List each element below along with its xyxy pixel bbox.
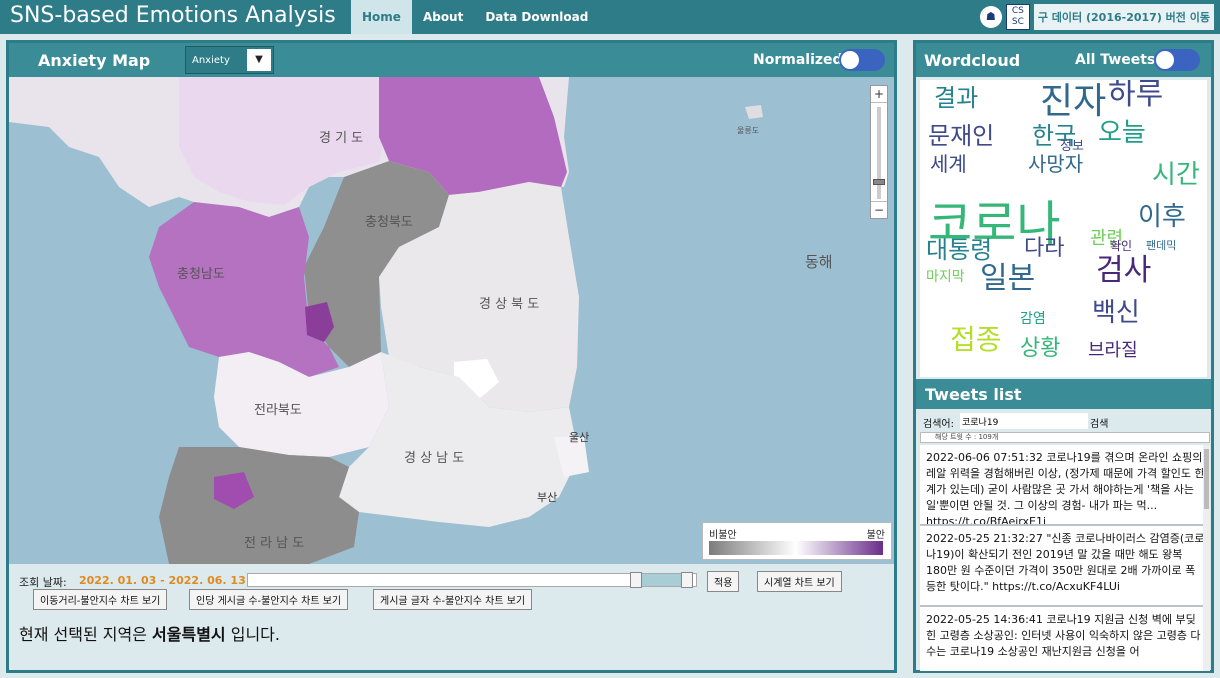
anxiety-map-panel: Anxiety Map Anxiety ▼ Normalized 동해 울릉도 …	[6, 40, 897, 673]
all-tweets-toggle[interactable]	[1154, 49, 1200, 71]
posts-per-person-chart-button[interactable]: 인당 게시글 수-불안지수 차트 보기	[189, 589, 349, 610]
date-range-start-handle[interactable]	[630, 572, 642, 588]
chungbuk-label: 충청북도	[365, 215, 413, 230]
wordcloud-word: 오늘	[1098, 118, 1146, 148]
date-label: 조회 날짜:	[19, 576, 67, 589]
nav-about[interactable]: About	[412, 0, 474, 34]
wordcloud-word: 접종	[950, 323, 1002, 356]
wordcloud-word: 감염	[1020, 311, 1046, 327]
wordcloud-header: Wordcloud All Tweets	[916, 43, 1211, 77]
busan-label: 부산	[537, 491, 558, 504]
map-panel-header: Anxiety Map Anxiety ▼ Normalized	[9, 43, 894, 77]
zoom-out-button[interactable]: −	[871, 202, 887, 218]
date-range-value: 2022. 01. 03 - 2022. 06. 13	[79, 574, 246, 587]
map-svg	[9, 77, 894, 564]
east-sea-label: 동해	[805, 253, 833, 271]
date-range-fill	[637, 574, 683, 586]
map-panel-title: Anxiety Map	[38, 51, 151, 70]
tweets-list-header: Tweets list	[916, 379, 1211, 409]
wordcloud-word: 하루	[1108, 80, 1164, 112]
right-panel: Wordcloud All Tweets 코로나 진자 하루 결과 문재인 한국…	[913, 40, 1214, 673]
wordcloud-word: 결과	[934, 84, 979, 112]
search-label: 검색어:	[923, 419, 954, 430]
search-input[interactable]	[960, 413, 1088, 429]
legend-high-label: 불안	[866, 530, 885, 541]
wordcloud-word: 백신	[1092, 298, 1140, 328]
jeonnam-label: 전 라 남 도	[244, 536, 305, 551]
selected-region-status: 현재 선택된 지역은 서울특별시 입니다.	[19, 621, 280, 645]
wordcloud-word: 진자	[1040, 81, 1107, 122]
wordcloud: 코로나 진자 하루 결과 문재인 한국 오늘 세계 사망자 시간 이후 대통령 …	[920, 80, 1207, 377]
wordcloud-word: 검사	[1096, 253, 1152, 288]
all-tweets-label: All Tweets	[1075, 52, 1156, 68]
wordcloud-title: Wordcloud	[924, 51, 1021, 70]
nav-home[interactable]: Home	[351, 0, 412, 34]
zoom-slider[interactable]	[871, 102, 887, 202]
zoom-slider-handle[interactable]	[873, 179, 885, 185]
tweet-item: 2022-05-25 14:36:41 코로나19 지원금 신청 벽에 부딪힌 …	[920, 607, 1210, 671]
normalized-toggle[interactable]	[839, 49, 885, 71]
date-range-end-handle[interactable]	[681, 572, 693, 588]
tweet-count: 해당 트윗 수 : 109개	[920, 432, 1210, 443]
university-logo-icon[interactable]: ☗	[979, 6, 1002, 28]
tweet-item: 2022-05-25 21:32:27 "신종 코로나바이러스 감염증(코로나1…	[920, 526, 1210, 607]
normalized-label: Normalized	[753, 52, 843, 68]
wordcloud-word: 문재인	[928, 122, 995, 150]
wordcloud-word: 시간	[1152, 160, 1200, 190]
nav-data-download[interactable]: Data Download	[474, 0, 599, 34]
zoom-in-button[interactable]: +	[871, 86, 887, 102]
wordcloud-word: 일본	[980, 261, 1036, 296]
toggle-knob	[1156, 51, 1174, 69]
apply-button[interactable]: 적용	[707, 571, 740, 592]
top-navbar: SNS-based Emotions Analysis Home About D…	[0, 0, 1220, 34]
wordcloud-word: 마지막	[926, 269, 965, 285]
tweet-list-scrollbar[interactable]	[1203, 445, 1210, 671]
zoom-control: + −	[870, 85, 888, 219]
status-suffix: 입니다.	[230, 625, 280, 644]
wordcloud-word: 팬데믹	[1146, 239, 1177, 252]
cssc-logo[interactable]: CS SC	[1005, 4, 1030, 30]
emotion-select[interactable]: Anxiety ▼	[185, 46, 274, 74]
search-button[interactable]: 검색	[1090, 415, 1108, 430]
legend-gradient-bar	[709, 541, 883, 555]
emotion-select-value: Anxiety	[192, 55, 230, 66]
main-nav: Home About Data Download	[351, 0, 599, 34]
tweet-item: 2022-06-06 07:51:32 코로나19를 겪으며 온라인 쇼핑의 레…	[920, 445, 1210, 526]
gyeongbuk-label: 경 상 북 도	[479, 297, 540, 312]
chevron-down-icon[interactable]: ▼	[247, 49, 271, 71]
wordcloud-word: 사망자	[1028, 152, 1084, 176]
tweet-list[interactable]: 2022-06-06 07:51:32 코로나19를 겪으며 온라인 쇼핑의 레…	[920, 445, 1210, 671]
wordcloud-word: 정보	[1060, 139, 1084, 154]
toggle-knob	[841, 51, 859, 69]
app-title: SNS-based Emotions Analysis	[10, 3, 336, 28]
distance-anxiety-chart-button[interactable]: 이동거리-불안지수 차트 보기	[33, 589, 168, 610]
wordcloud-word: 확인	[1110, 239, 1133, 253]
date-range-slider[interactable]	[247, 572, 697, 588]
gyeonggi-label: 경 기 도	[319, 131, 364, 146]
korea-map[interactable]: 동해 울릉도 경 기 도 충청북도 충청남도 경 상 북 도 전라북도 경 상 …	[9, 77, 894, 564]
wordcloud-word: 대통령	[926, 236, 993, 264]
scroll-thumb[interactable]	[1204, 449, 1209, 509]
chungnam-label: 충청남도	[177, 267, 225, 282]
status-prefix: 현재 선택된 지역은	[19, 625, 147, 644]
legacy-version-button[interactable]: 구 데이터 (2016-2017) 버전 이동	[1033, 4, 1214, 30]
ulleungdo-label: 울릉도	[737, 126, 760, 135]
legend-low-label: 비불안	[709, 530, 737, 541]
ulsan-label: 울산	[569, 431, 590, 444]
timeseries-chart-button[interactable]: 시계열 차트 보기	[757, 571, 842, 592]
map-legend: 비불안 불안	[702, 522, 892, 560]
wordcloud-word: 세계	[930, 152, 967, 176]
top-right-area: ☗ CS SC 구 데이터 (2016-2017) 버전 이동	[979, 4, 1214, 30]
wordcloud-word: 이후	[1138, 202, 1186, 232]
selected-region-name: 서울특별시	[152, 625, 226, 644]
gyeongnam-label: 경 상 남 도	[404, 451, 465, 466]
tweets-list-title: Tweets list	[925, 385, 1022, 404]
wordcloud-word: 다라	[1024, 236, 1065, 261]
post-length-chart-button[interactable]: 게시글 글자 수-불안지수 차트 보기	[373, 589, 533, 610]
wordcloud-word: 상황	[1020, 336, 1061, 361]
jeonbuk-label: 전라북도	[254, 403, 302, 418]
wordcloud-word: 브라질	[1088, 340, 1138, 361]
